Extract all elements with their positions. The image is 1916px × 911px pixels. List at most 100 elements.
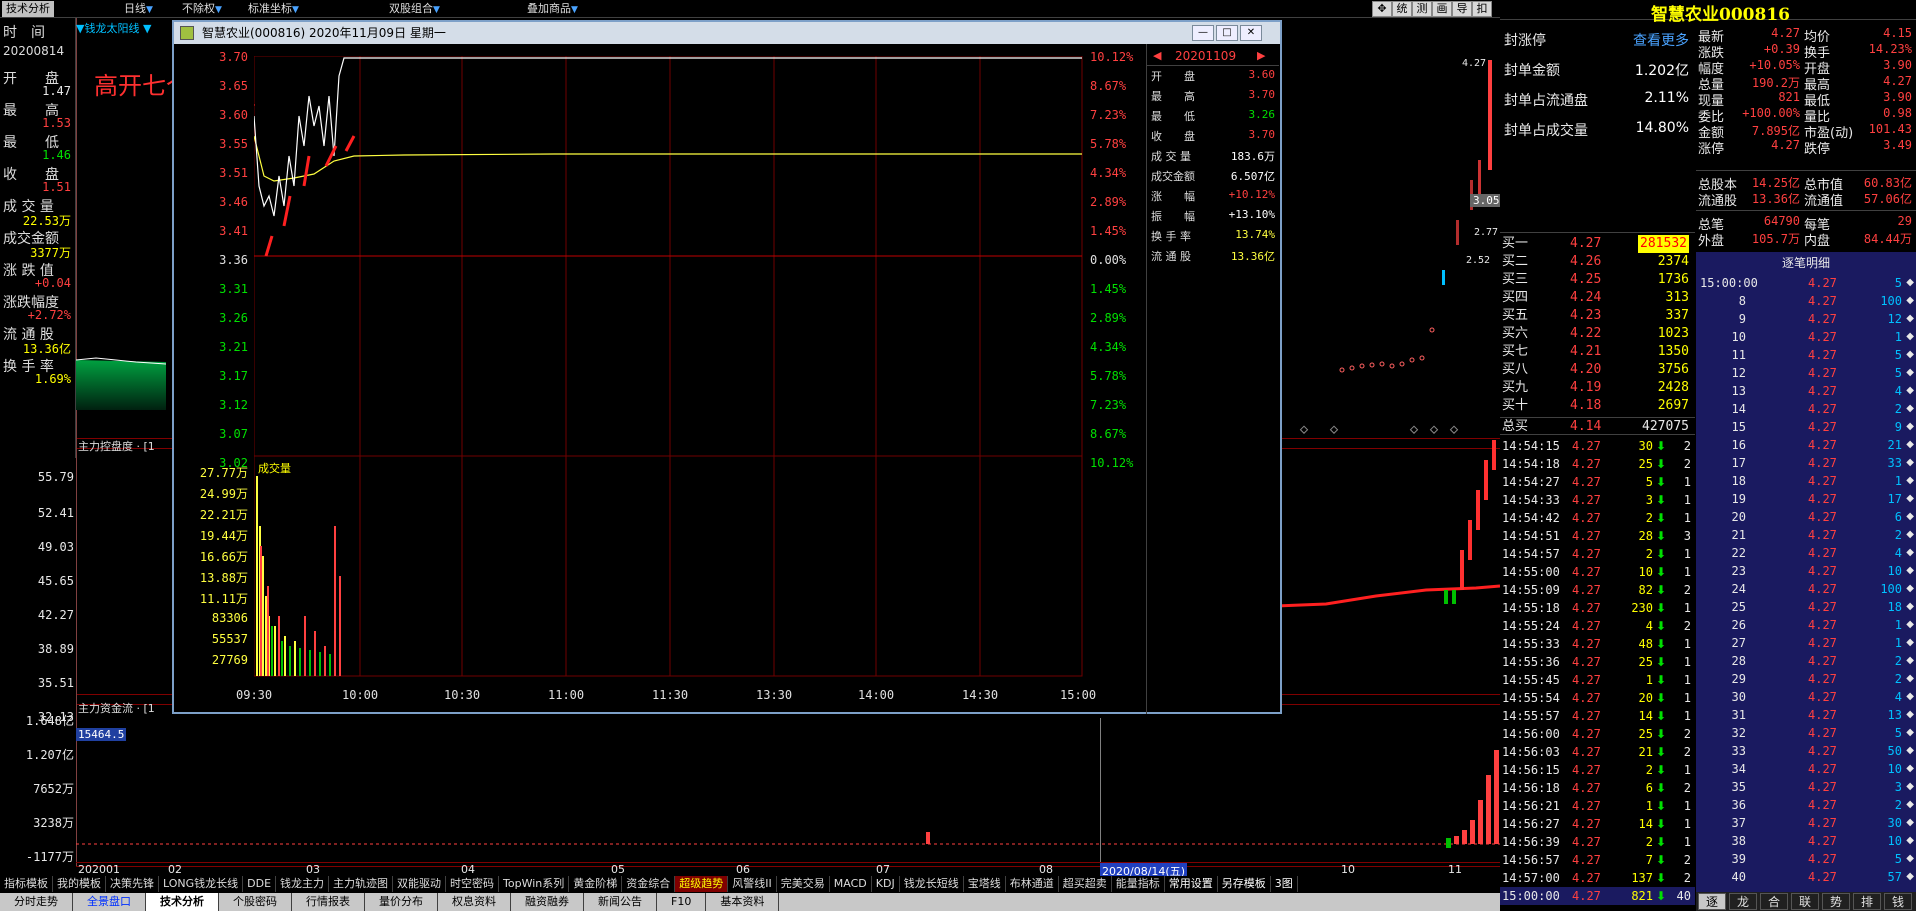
right-tab-3[interactable]: 联 <box>1791 893 1819 910</box>
axis-dropdown[interactable]: 标准坐标▼ <box>244 1 303 17</box>
bid-row[interactable]: 买二 4.26 2374 <box>1500 253 1695 271</box>
detail-volume: 6 <box>1894 510 1902 524</box>
next-day-icon[interactable]: ▶ <box>1257 49 1265 62</box>
bottom-tab-4[interactable]: 行情报表 <box>292 893 365 911</box>
right-tab-0[interactable]: 逐 <box>1698 893 1726 910</box>
left-value-1: 1.53 <box>42 116 71 130</box>
indicator-tab-1[interactable]: 我的模板 <box>53 876 106 892</box>
toolbar-btn-3[interactable]: 画 <box>1432 1 1452 17</box>
tick-volume: 4 <box>1645 619 1653 633</box>
indicator-tab-13[interactable]: 风警线II <box>728 876 777 892</box>
tab-technical-analysis[interactable]: 技术分析 <box>2 1 54 17</box>
maximize-button[interactable]: □ <box>1216 25 1238 41</box>
bottom-tab-5[interactable]: 量价分布 <box>365 893 438 911</box>
bid-row[interactable]: 买三 4.25 1736 <box>1500 271 1695 289</box>
down-arrow-icon: ⬇ <box>1656 529 1667 543</box>
indicator-tab-4[interactable]: DDE <box>243 876 277 892</box>
bid-price: 4.22 <box>1570 326 1602 341</box>
tick-count: 40 <box>1676 889 1691 903</box>
right-tab-4[interactable]: 势 <box>1822 893 1850 910</box>
indicator-tab-8[interactable]: 时空密码 <box>446 876 500 892</box>
indicator-tab-5[interactable]: 钱龙主力 <box>276 876 330 892</box>
intraday-popup[interactable]: 智慧农业(000816) 2020年11月09日 星期一 — □ ✕ 3.70 3… <box>172 20 1282 714</box>
right-tab-2[interactable]: 合 <box>1760 893 1788 910</box>
toolbar-btn-2[interactable]: 测 <box>1412 1 1432 17</box>
indicator-tab-6[interactable]: 主力轨迹图 <box>329 876 394 892</box>
detail-price: 4.27 <box>1808 834 1837 848</box>
low-indicator-title[interactable]: 主力资金流 · [1 <box>78 700 155 716</box>
toolbar-btn-4[interactable]: 导 <box>1452 1 1472 17</box>
indicator-tab-10[interactable]: 黄金阶梯 <box>569 876 623 892</box>
tick-time: 14:55:33 <box>1502 637 1560 651</box>
time-tick-2: 10:30 <box>444 688 481 702</box>
stat-value-b-3: 4.27 <box>1883 74 1912 88</box>
intraday-chart[interactable] <box>254 56 1084 716</box>
dual-stock-dropdown[interactable]: 双股组合▼ <box>385 1 444 17</box>
bid-row[interactable]: 买四 4.24 313 <box>1500 289 1695 307</box>
indicator-tab-9[interactable]: TopWin系列 <box>499 876 570 892</box>
tick-row: 14:56:00 4.27 25 ⬇ 2 <box>1500 725 1695 743</box>
indicator-tab-22[interactable]: 常用设置 <box>1165 876 1218 892</box>
indicator-tab-7[interactable]: 双能驱动 <box>393 876 447 892</box>
indicator-tab-12[interactable]: 超级趋势 <box>675 876 729 892</box>
bottom-tab-2[interactable]: 技术分析 <box>146 893 219 911</box>
bid-row[interactable]: 买九 4.19 2428 <box>1500 379 1695 397</box>
bid-row[interactable]: 买十 4.18 2697 <box>1500 397 1695 415</box>
cap-value-a-1: 13.36亿 <box>1751 192 1800 206</box>
bid-box: 买一 4.27 281532 买二 4.26 2374 买三 4.25 1736 买四 4.24 31… <box>1500 232 1695 434</box>
minimize-button[interactable]: — <box>1192 25 1214 41</box>
indicator-tab-3[interactable]: LONG钱龙长线 <box>159 876 244 892</box>
indicator-tab-18[interactable]: 宝塔线 <box>964 876 1006 892</box>
indicator-tab-19[interactable]: 布林通道 <box>1006 876 1059 892</box>
popup-title-bar[interactable]: 智慧农业(000816) 2020年11月09日 星期一 <box>174 22 1280 44</box>
indicator-tab-16[interactable]: KDJ <box>872 876 900 892</box>
toolbar-btn-5[interactable]: 扣 <box>1472 1 1492 17</box>
adjust-dropdown[interactable]: 不除权▼ <box>178 1 226 17</box>
bottom-tab-0[interactable]: 分时走势 <box>0 893 73 911</box>
prev-day-icon[interactable]: ◀ <box>1153 49 1161 62</box>
tick-price: 4.27 <box>1572 817 1601 831</box>
indicator-tab-11[interactable]: 资金综合 <box>622 876 676 892</box>
indicator-tab-24[interactable]: 3图 <box>1271 876 1298 892</box>
close-button[interactable]: ✕ <box>1240 25 1262 41</box>
stat-value-a-4: 821 <box>1778 90 1800 104</box>
bid-row[interactable]: 买五 4.23 337 <box>1500 307 1695 325</box>
bid-row[interactable]: 买六 4.22 1023 <box>1500 325 1695 343</box>
indicator-tab-2[interactable]: 决策先锋 <box>106 876 159 892</box>
date-navigator[interactable]: ◀ 20201109 ▶ <box>1147 48 1279 66</box>
bottom-tab-1[interactable]: 全景盘口 <box>73 893 146 911</box>
bottom-tab-7[interactable]: 融资融券 <box>511 893 584 911</box>
bottom-tab-6[interactable]: 权息资料 <box>438 893 511 911</box>
indicator-tab-15[interactable]: MACD <box>830 876 872 892</box>
bottom-tab-8[interactable]: 新闻公告 <box>584 893 657 911</box>
indicator-title[interactable]: ▼钱龙太阳线 ▼ <box>76 20 151 36</box>
indicator-tab-0[interactable]: 指标模板 <box>0 876 53 892</box>
chevron-down-icon: ▼ <box>215 5 222 15</box>
indicator-tab-20[interactable]: 超买超卖 <box>1059 876 1112 892</box>
right-tab-1[interactable]: 龙 <box>1729 893 1757 910</box>
period-dropdown[interactable]: 日线▼ <box>120 1 157 17</box>
bottom-tab-10[interactable]: 基本资料 <box>706 893 780 911</box>
seal-value-0[interactable]: 查看更多 <box>1633 30 1689 50</box>
bottom-tab-3[interactable]: 个股密码 <box>219 893 292 911</box>
stat-value-a-3: 190.2万 <box>1751 76 1800 90</box>
indicator-tab-21[interactable]: 能量指标 <box>1112 876 1165 892</box>
tick-price: 4.27 <box>1572 835 1601 849</box>
move-icon[interactable]: ✥ <box>1372 1 1392 17</box>
bid-row[interactable]: 买一 4.27 281532 <box>1500 235 1695 253</box>
right-tab-5[interactable]: 排 <box>1853 893 1881 910</box>
indicator-tab-14[interactable]: 完美交易 <box>777 876 830 892</box>
bid-row[interactable]: 买八 4.20 3756 <box>1500 361 1695 379</box>
detail-list[interactable]: 15:00:00 4.27 5 ◆ 8 4.27 100 ◆ 9 4.27 12 ◆ 10 4.27 1 ◆ 1… <box>1696 272 1916 892</box>
tick-list[interactable]: 14:54:15 4.27 30 ⬇ 2 14:54:18 4.27 25 ⬇ 2 14:54:27… <box>1500 434 1695 905</box>
overlay-dropdown[interactable]: 叠加商品▼ <box>523 1 582 17</box>
indicator-tab-23[interactable]: 另存模板 <box>1218 876 1271 892</box>
bid-row[interactable]: 买七 4.21 1350 <box>1500 343 1695 361</box>
stat-label-a-7: 涨停 <box>1698 142 1725 157</box>
detail-volume: 50 <box>1887 744 1902 758</box>
right-tab-6[interactable]: 钱 <box>1884 893 1912 910</box>
indicator-tab-17[interactable]: 钱龙长短线 <box>900 876 964 892</box>
toolbar-btn-1[interactable]: 统 <box>1392 1 1412 17</box>
bottom-tab-9[interactable]: F10 <box>657 893 707 911</box>
detail-volume: 1 <box>1894 618 1902 632</box>
